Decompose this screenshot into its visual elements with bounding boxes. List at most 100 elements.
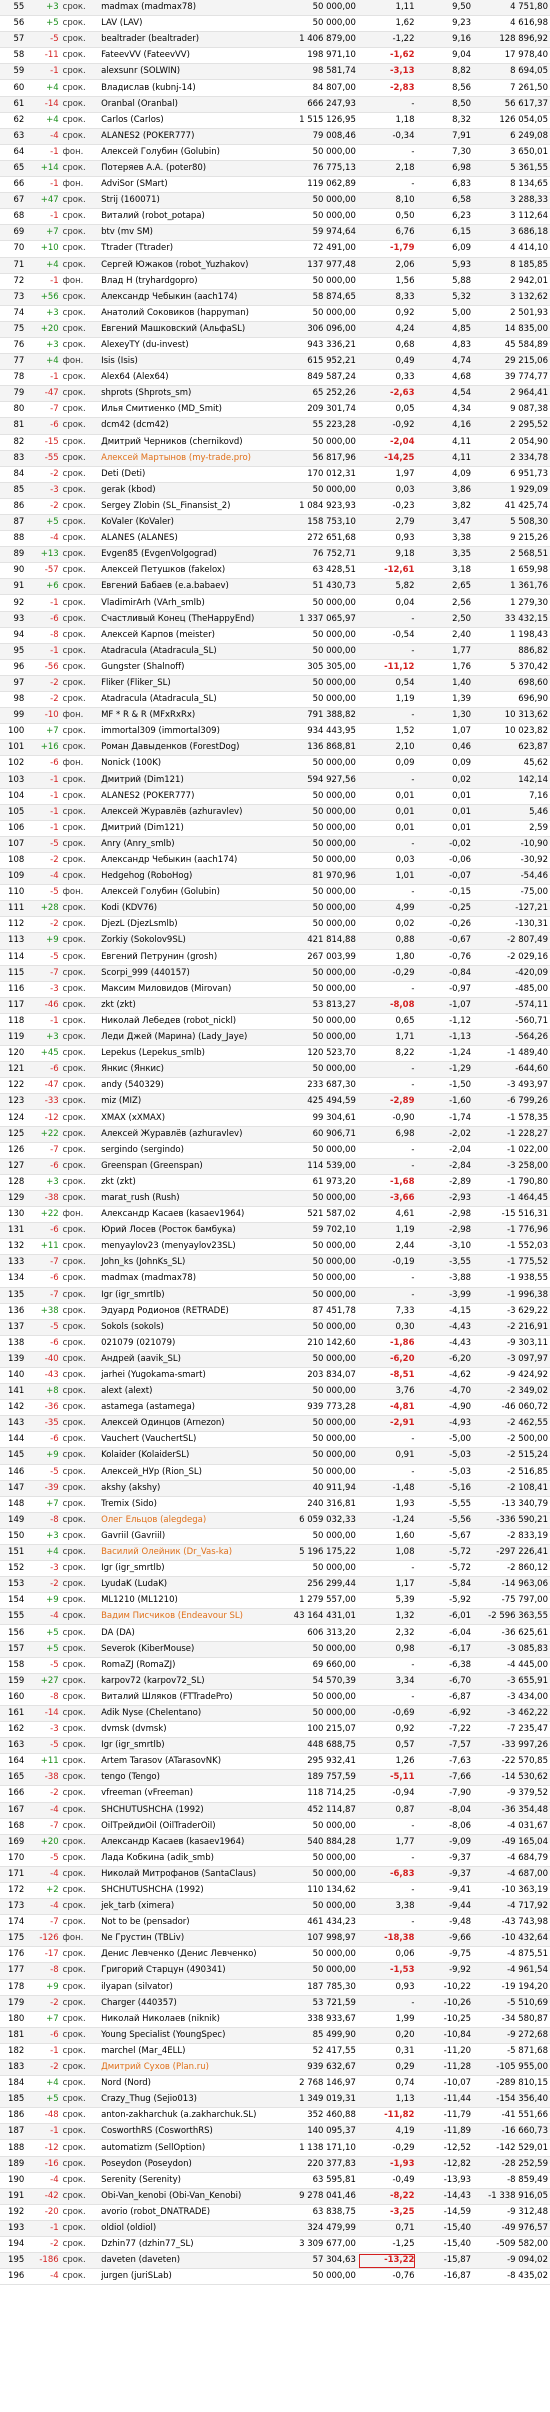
participant-cell[interactable]: madmax (madmax78) (99, 1270, 275, 1288)
participant-cell[interactable]: Алексей Одинцов (Arnezon) (99, 1415, 275, 1433)
participant-cell[interactable]: Kodi (KDV76) (99, 900, 275, 918)
participant-cell[interactable]: Владислав (kubnj-14) (99, 79, 275, 97)
participant-cell[interactable]: Анатолий Соковиков (happyman) (99, 305, 275, 322)
participant-cell[interactable]: Vauchert (VauchertSL) (99, 1431, 275, 1449)
participant-cell[interactable]: karpov72 (karpov72_SL) (99, 1673, 275, 1690)
participant-cell[interactable]: Severok (KiberMouse) (99, 1641, 275, 1658)
participant-cell[interactable]: Алексей Голубин (Golubin) (99, 884, 275, 902)
participant-cell[interactable]: Алексей_НУр (Rion_SL) (99, 1464, 275, 1481)
participant-cell[interactable]: Sokols (sokols) (99, 1319, 275, 1336)
participant-cell[interactable]: Tremix (Sido) (99, 1496, 275, 1513)
participant-cell[interactable]: Igr (igr_smrtlb) (99, 1560, 275, 1578)
participant-cell[interactable]: marchel (Mar_4ELL) (99, 2043, 275, 2061)
participant-cell[interactable]: Fliker (Fliker_SL) (99, 675, 275, 693)
participant-cell[interactable]: Atadracula (Atadracula_SL) (99, 643, 275, 660)
participant-cell[interactable]: Лада Кобкина (adik_smb) (99, 1850, 275, 1867)
participant-cell[interactable]: Young Specialist (YoungSpec) (99, 2027, 275, 2044)
participant-cell[interactable]: Atadracula (Atadracula_SL) (99, 691, 275, 709)
participant-cell[interactable]: Dzhin77 (dzhin77_SL) (99, 2236, 275, 2254)
participant-cell[interactable]: Алексей Петушков (fakelox) (99, 562, 275, 580)
participant-cell[interactable]: madmax (madmax78) (99, 0, 275, 17)
participant-cell[interactable]: btv (mv SM) (99, 224, 275, 242)
participant-cell[interactable]: LyudaK (LudaK) (99, 1576, 275, 1594)
participant-cell[interactable]: alexsunr (SOLWIN) (99, 63, 275, 81)
participant-cell[interactable]: XMAX (xXMAX) (99, 1109, 275, 1127)
participant-cell[interactable]: Isis (Isis) (99, 353, 275, 371)
participant-cell[interactable]: Charger (440357) (99, 1995, 275, 2012)
participant-cell[interactable]: KoValer (KoValer) (99, 514, 275, 532)
participant-cell[interactable]: anton-zakharchuk (a.zakharchuk.SL) (99, 2107, 275, 2125)
participant-cell[interactable]: Greenspan (Greenspan) (99, 1158, 275, 1175)
participant-cell[interactable]: Gavriil (Gavriil) (99, 1528, 275, 1546)
participant-cell[interactable]: Evgen85 (EvgenVolgograd) (99, 546, 275, 564)
participant-cell[interactable]: Carlos (Carlos) (99, 112, 275, 129)
participant-cell[interactable]: ML1210 (ML1210) (99, 1592, 275, 1610)
participant-cell[interactable]: Влад Н (tryhardgopro) (99, 273, 275, 290)
participant-cell[interactable]: alext (alext) (99, 1383, 275, 1401)
participant-cell[interactable]: vfreeman (vFreeman) (99, 1785, 275, 1803)
participant-cell[interactable]: Максим Миловидов (Mirovan) (99, 981, 275, 998)
participant-cell[interactable]: Юрий Лосев (Росток бамбука) (99, 1222, 275, 1240)
participant-cell[interactable]: Алексей Журавлёв (azhuravlev) (99, 1126, 275, 1143)
participant-cell[interactable]: Вадим Писчиков (Endeavour SL) (99, 1608, 275, 1626)
participant-cell[interactable]: Алексей Голубин (Golubin) (99, 144, 275, 161)
participant-cell[interactable]: tengo (Tengo) (99, 1769, 275, 1787)
participant-cell[interactable]: MF * R & R (MFxRxRx) (99, 707, 275, 725)
participant-cell[interactable]: jek_tarb (ximera) (99, 1898, 275, 1916)
participant-cell[interactable]: Эдуард Родионов (RETRADE) (99, 1303, 275, 1320)
participant-cell[interactable]: Счастливый Конец (TheHappyEnd) (99, 611, 275, 628)
participant-cell[interactable]: Not to be (pensador) (99, 1914, 275, 1932)
participant-cell[interactable]: Евгений Машковский (АльфаSL) (99, 321, 275, 338)
participant-cell[interactable]: Artem Tarasov (ATarasovNK) (99, 1753, 275, 1771)
participant-cell[interactable]: Евгений Петрунин (grosh) (99, 949, 275, 966)
participant-cell[interactable]: Crazy_Thug (Sejio013) (99, 2091, 275, 2109)
participant-cell[interactable]: John_ks (JohnKs_SL) (99, 1254, 275, 1272)
participant-cell[interactable]: Igr (igr_smrtlb) (99, 1287, 275, 1304)
participant-cell[interactable]: Zorkiy (Sokolov9SL) (99, 932, 275, 950)
participant-cell[interactable]: Николай Лебедев (robot_nickl) (99, 1013, 275, 1031)
participant-cell[interactable]: menyaylov23 (menyaylov23SL) (99, 1238, 275, 1256)
participant-cell[interactable]: SHCHUTUSHCHA (1992) (99, 1802, 275, 1819)
participant-cell[interactable]: AdviSor (SMart) (99, 176, 275, 194)
participant-cell[interactable]: jurgen (juriSLab) (99, 2268, 275, 2286)
participant-cell[interactable]: jarhei (Yugokama-smart) (99, 1367, 275, 1385)
participant-cell[interactable]: CosworthRS (CosworthRS) (99, 2123, 275, 2141)
participant-cell[interactable]: Ttrader (Ttrader) (99, 240, 275, 258)
participant-cell[interactable]: oldiol (oldiol) (99, 2220, 275, 2238)
participant-cell[interactable]: Serenity (Serenity) (99, 2172, 275, 2189)
participant-cell[interactable]: Леди Джей (Марина) (Lady_Jaye) (99, 1029, 275, 1047)
participant-cell[interactable]: bealtrader (bealtrader) (99, 31, 275, 49)
participant-cell[interactable]: Дмитрий Черников (chernikovd) (99, 434, 275, 451)
participant-cell[interactable]: Николай Николаев (niknik) (99, 2011, 275, 2028)
participant-cell[interactable]: zkt (zkt) (99, 997, 275, 1014)
participant-cell[interactable]: andy (540329) (99, 1077, 275, 1095)
participant-cell[interactable]: Deti (Deti) (99, 466, 275, 483)
participant-cell[interactable]: Николай Митрофанов (SantaClaus) (99, 1866, 275, 1883)
participant-cell[interactable]: akshy (akshy) (99, 1480, 275, 1497)
participant-cell[interactable]: Янкис (Янкис) (99, 1061, 275, 1079)
participant-cell[interactable]: Илья Смитиенко (MD_Smit) (99, 401, 275, 419)
participant-cell[interactable]: Sergey Zlobin (SL_Finansist_2) (99, 498, 275, 516)
participant-cell[interactable]: Ne Грустин (TBLiv) (99, 1930, 275, 1948)
participant-cell[interactable]: Роман Давыденков (ForestDog) (99, 739, 275, 757)
participant-cell[interactable]: Igr (igr_smrtlb) (99, 1737, 275, 1755)
participant-cell[interactable]: AlexeyTY (du-invest) (99, 337, 275, 355)
participant-cell[interactable]: DjezL (DjezLsmlb) (99, 916, 275, 934)
participant-cell[interactable]: Obi-Van_kenobi (Obi-Van_Kenobi) (99, 2188, 275, 2205)
participant-cell[interactable]: Александр Чебыкин (aach174) (99, 289, 275, 306)
participant-cell[interactable]: Дмитрий (Dim121) (99, 820, 275, 837)
participant-cell[interactable]: Евгений Бабаев (e.a.babaev) (99, 578, 275, 596)
participant-cell[interactable]: miz (MIZ) (99, 1093, 275, 1111)
participant-cell[interactable]: Александр Чебыкин (aach174) (99, 852, 275, 870)
participant-cell[interactable]: Денис Левченко (Денис Левченко) (99, 1946, 275, 1964)
participant-cell[interactable]: Дмитрий Сухов (Plan.ru) (99, 2059, 275, 2077)
participant-cell[interactable]: Adik Nyse (Chelentano) (99, 1705, 275, 1723)
participant-cell[interactable]: SHCHUTUSHCHA (1992) (99, 1882, 275, 1900)
participant-cell[interactable]: Poseydon (Poseydon) (99, 2156, 275, 2173)
participant-cell[interactable]: marat_rush (Rush) (99, 1190, 275, 1208)
participant-cell[interactable]: ALANES2 (POKER777) (99, 128, 275, 145)
participant-cell[interactable]: Виталий (robot_potapa) (99, 208, 275, 226)
participant-cell[interactable]: sergindo (sergindo) (99, 1142, 275, 1159)
participant-cell[interactable]: ALANES2 (POKER777) (99, 788, 275, 805)
participant-cell[interactable]: Олег Ельцов (alegdega) (99, 1512, 275, 1529)
